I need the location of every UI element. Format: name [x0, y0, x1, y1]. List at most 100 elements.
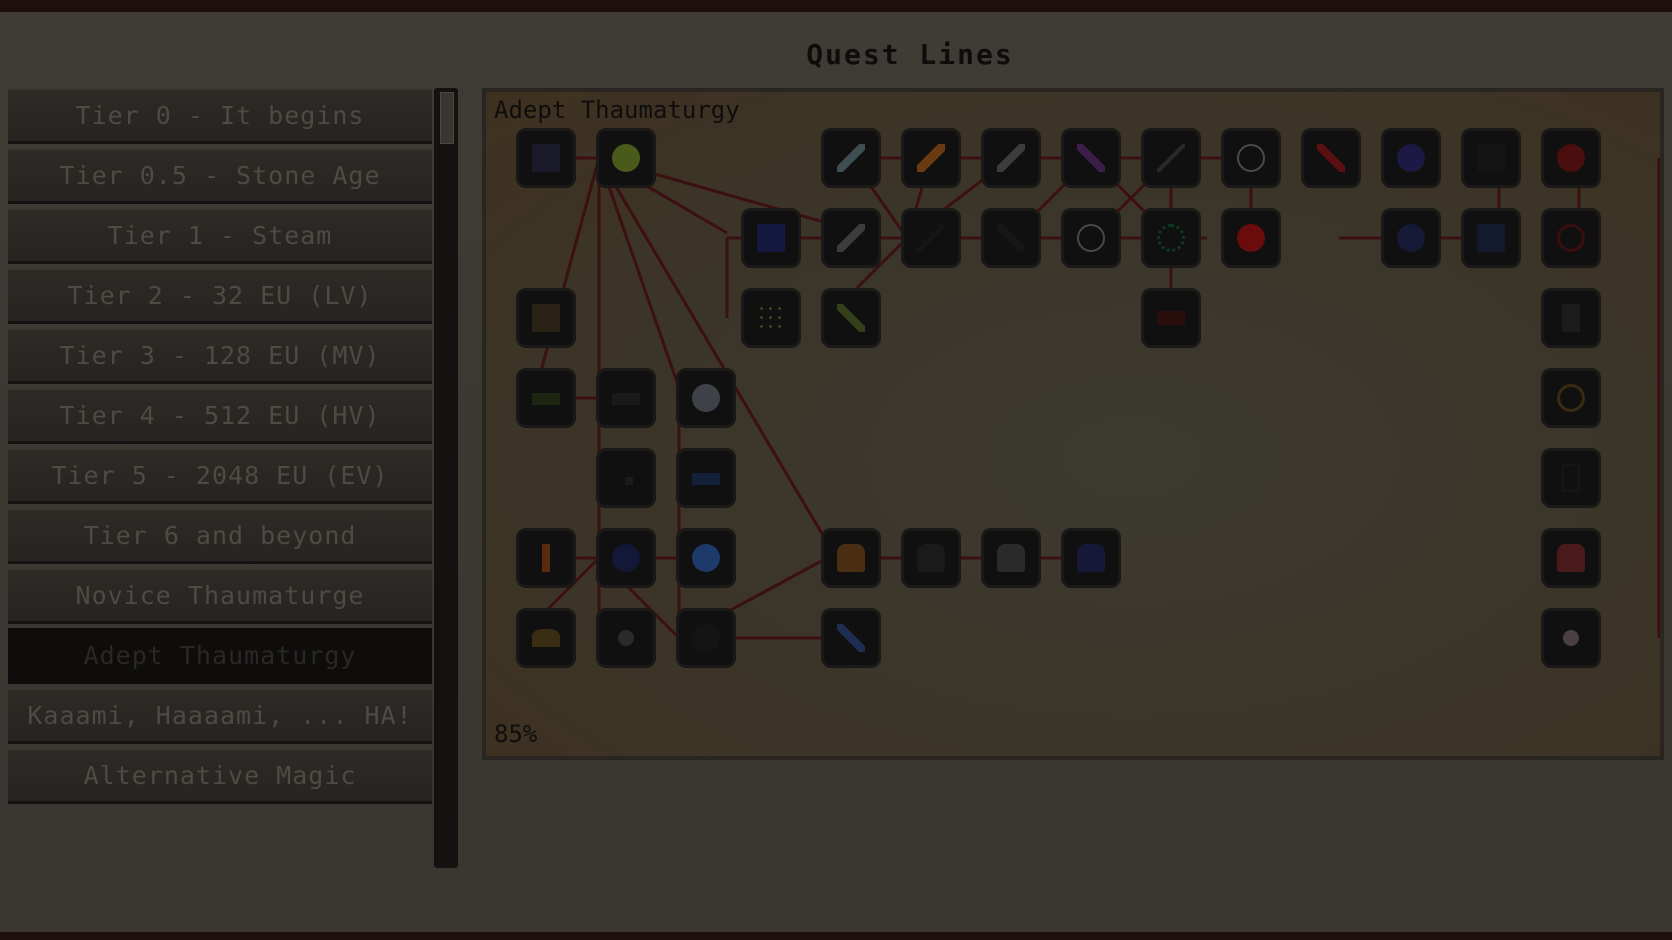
red-orb-icon: [1557, 144, 1585, 172]
quest-node[interactable]: [901, 208, 961, 268]
bright-blue-orb-icon: [692, 544, 720, 572]
dark-pedestal-icon: [612, 393, 640, 405]
dark-block-icon: [532, 144, 560, 172]
quest-node[interactable]: [596, 448, 656, 508]
quest-node[interactable]: [516, 608, 576, 668]
quest-node[interactable]: [516, 368, 576, 428]
quest-node[interactable]: [1461, 128, 1521, 188]
quest-node[interactable]: [821, 288, 881, 348]
potion-bottle-icon: [1077, 224, 1105, 252]
questline-item-tier-6[interactable]: Tier 6 and beyond: [8, 508, 432, 564]
dark-blue-orb-icon: [612, 544, 640, 572]
quest-node[interactable]: [1061, 128, 1121, 188]
dark-golem-icon: [917, 544, 945, 572]
questline-item-tier-2[interactable]: Tier 2 - 32 EU (LV): [8, 268, 432, 324]
stone-golem-icon: [997, 544, 1025, 572]
quest-node[interactable]: [821, 528, 881, 588]
quest-connections: [517, 156, 1660, 640]
scrollbar-thumb[interactable]: [440, 92, 454, 144]
quest-node[interactable]: [596, 128, 656, 188]
quest-node[interactable]: [901, 528, 961, 588]
questline-item-adept-thaumaturgy[interactable]: Adept Thaumaturgy: [8, 628, 432, 684]
quest-node[interactable]: [596, 608, 656, 668]
quest-node[interactable]: [821, 608, 881, 668]
quest-node[interactable]: [1061, 208, 1121, 268]
questline-item-tier-0[interactable]: Tier 0 - It begins: [8, 88, 432, 144]
red-wand-icon: [1317, 144, 1345, 172]
questline-item-novice-thaumaturge[interactable]: Novice Thaumaturge: [8, 568, 432, 624]
dark-mirror-icon: [1562, 464, 1580, 492]
blue-dagger-icon: [837, 144, 865, 172]
quest-node[interactable]: [1541, 528, 1601, 588]
quest-node[interactable]: [1541, 608, 1601, 668]
questline-item-tier-1[interactable]: Tier 1 - Steam: [8, 208, 432, 264]
glass-flask-icon: [1237, 144, 1265, 172]
green-pedestal-icon: [532, 393, 560, 405]
quest-node[interactable]: [741, 288, 801, 348]
dark-blue-block-icon: [1477, 224, 1505, 252]
torch-icon: [542, 544, 550, 572]
quest-node[interactable]: [1541, 208, 1601, 268]
red-amulet-icon: [1557, 224, 1585, 252]
quest-map-panel[interactable]: Adept Thaumaturgy 85%: [482, 88, 1664, 760]
page-title: Quest Lines: [806, 38, 1014, 71]
quest-node[interactable]: [1221, 128, 1281, 188]
red-sphere-icon: [1237, 224, 1265, 252]
dark-core-icon: [692, 624, 720, 652]
quest-node[interactable]: [981, 528, 1041, 588]
quest-node[interactable]: [1061, 528, 1121, 588]
quest-node[interactable]: [676, 368, 736, 428]
sidebar-scrollbar[interactable]: [434, 88, 458, 868]
questline-item-tier-0-5[interactable]: Tier 0.5 - Stone Age: [8, 148, 432, 204]
quest-node[interactable]: [596, 368, 656, 428]
quest-node[interactable]: [1381, 128, 1441, 188]
quest-node[interactable]: [821, 128, 881, 188]
quest-node[interactable]: [981, 208, 1041, 268]
black-stick-icon: [917, 224, 945, 252]
questline-item-alternative-magic[interactable]: Alternative Magic: [8, 748, 432, 804]
quest-node[interactable]: [1541, 128, 1601, 188]
golem-icon: [837, 544, 865, 572]
questline-item-tier-5[interactable]: Tier 5 - 2048 EU (EV): [8, 448, 432, 504]
blue-golem-icon: [1077, 544, 1105, 572]
quest-node[interactable]: [1141, 128, 1201, 188]
quest-node[interactable]: [676, 448, 736, 508]
quest-node[interactable]: [821, 208, 881, 268]
quest-node[interactable]: [1541, 288, 1601, 348]
quest-node[interactable]: [1461, 208, 1521, 268]
quest-node[interactable]: [901, 128, 961, 188]
quest-node[interactable]: [1541, 368, 1601, 428]
quest-node[interactable]: [1141, 288, 1201, 348]
quest-node[interactable]: [1541, 448, 1601, 508]
golden-eye-icon: [1557, 384, 1585, 412]
quest-node[interactable]: [981, 128, 1041, 188]
dark-tablet-icon: [1562, 304, 1580, 332]
quest-node[interactable]: [676, 608, 736, 668]
top-border: [0, 0, 1672, 12]
dark-red-pillow-icon: [1157, 311, 1185, 325]
quest-node[interactable]: [676, 528, 736, 588]
blue-block-icon: [757, 224, 785, 252]
quest-node[interactable]: [1141, 208, 1201, 268]
blue-eye-icon: [1397, 224, 1425, 252]
blue-syringe-icon: [837, 624, 865, 652]
quest-node[interactable]: [516, 528, 576, 588]
blue-slab-icon: [692, 473, 720, 485]
quest-node[interactable]: [516, 128, 576, 188]
bottom-border: [0, 932, 1672, 940]
golden-helmet-icon: [532, 629, 560, 647]
black-sword-icon: [997, 224, 1025, 252]
questline-item-kaaami[interactable]: Kaaami, Haaaami, ... HA!: [8, 688, 432, 744]
questline-item-tier-4[interactable]: Tier 4 - 512 EU (HV): [8, 388, 432, 444]
quest-node[interactable]: [741, 208, 801, 268]
quest-node[interactable]: [1381, 208, 1441, 268]
orange-rod-icon: [917, 144, 945, 172]
quest-node[interactable]: [516, 288, 576, 348]
quest-node[interactable]: [1221, 208, 1281, 268]
purple-pickaxe-icon: [1077, 144, 1105, 172]
quest-node[interactable]: [596, 528, 656, 588]
green-wand-icon: [837, 304, 865, 332]
questline-item-tier-3[interactable]: Tier 3 - 128 EU (MV): [8, 328, 432, 384]
red-golem-icon: [1557, 544, 1585, 572]
quest-node[interactable]: [1301, 128, 1361, 188]
